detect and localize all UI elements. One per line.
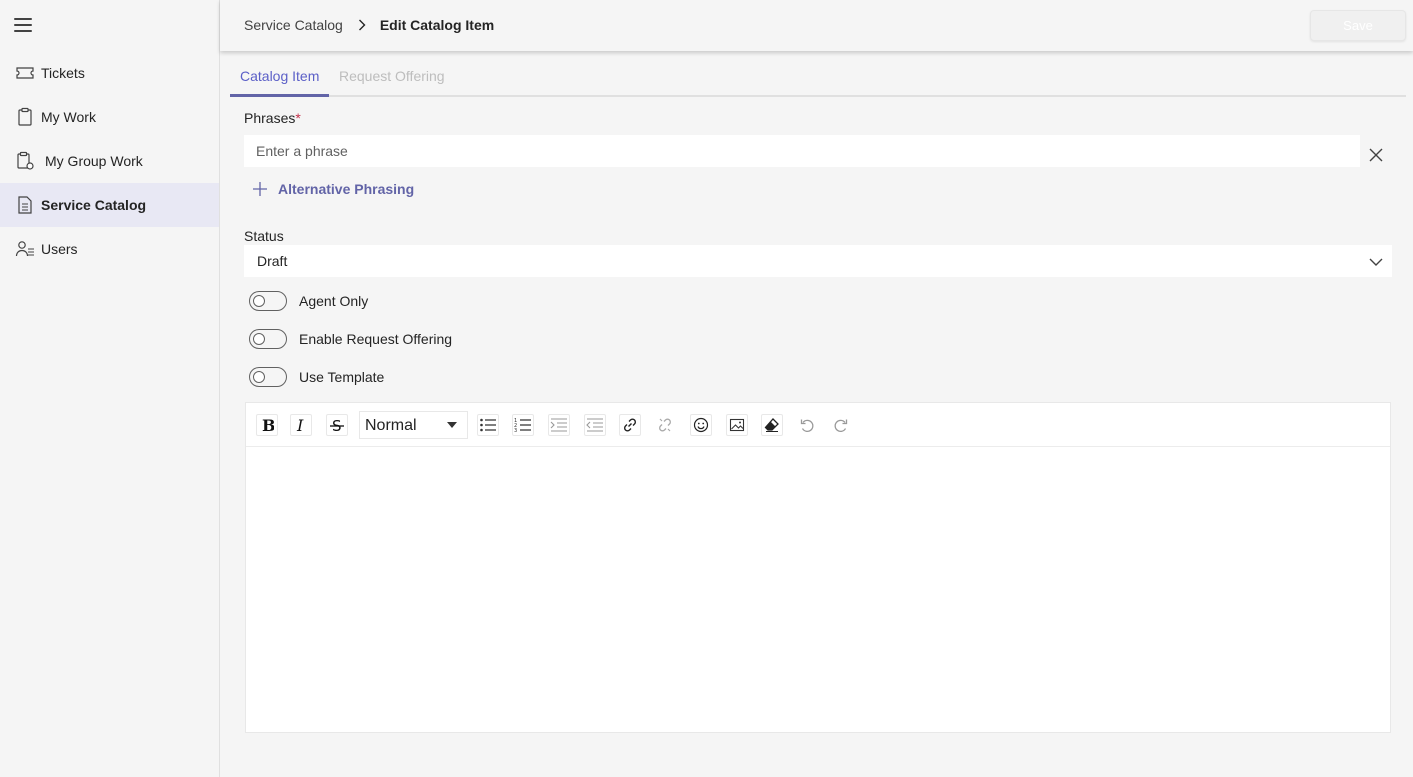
svg-text:I: I	[296, 417, 304, 433]
sidebar-item-label: Service Catalog	[41, 197, 147, 213]
numbered-list-icon[interactable]: 123	[512, 414, 534, 436]
enable-request-offering-label: Enable Request Offering	[299, 331, 453, 347]
sidebar-item-label: My Group Work	[45, 153, 143, 169]
group-work-icon	[15, 151, 35, 171]
sidebar-item-my-group-work[interactable]: My Group Work	[0, 139, 219, 183]
alternative-phrasing-label: Alternative Phrasing	[278, 181, 415, 197]
sidebar-item-label: Users	[41, 241, 78, 257]
bulleted-list-icon[interactable]	[477, 414, 499, 436]
save-button[interactable]: Save	[1310, 10, 1406, 41]
app-window: Tickets My Work My Group Work Service Ca…	[0, 0, 1413, 777]
editor-content-area[interactable]	[246, 448, 1390, 732]
hamburger-menu-icon[interactable]	[14, 18, 32, 34]
phrases-label-text: Phrases	[244, 110, 296, 126]
chevron-down-icon	[1368, 254, 1384, 270]
agent-only-toggle[interactable]	[249, 291, 287, 311]
agent-only-toggle-row[interactable]: Agent Only	[249, 291, 368, 311]
sidebar-item-label: My Work	[41, 109, 96, 125]
status-value: Draft	[257, 253, 288, 269]
indent-icon[interactable]	[548, 414, 570, 436]
rich-text-editor: B I S Normal 123	[245, 402, 1391, 733]
breadcrumb: Service Catalog Edit Catalog Item	[244, 17, 494, 33]
active-tab-indicator	[230, 94, 329, 97]
italic-icon[interactable]: I	[290, 414, 312, 436]
sidebar-item-users[interactable]: Users	[0, 227, 219, 271]
use-template-label: Use Template	[299, 369, 385, 385]
undo-icon[interactable]	[796, 414, 818, 436]
sidebar: Tickets My Work My Group Work Service Ca…	[0, 0, 220, 777]
enable-request-offering-toggle[interactable]	[249, 329, 287, 349]
svg-text:3: 3	[514, 428, 517, 433]
emoji-icon[interactable]	[690, 414, 712, 436]
status-dropdown[interactable]: Draft	[244, 245, 1392, 277]
redo-icon[interactable]	[830, 414, 852, 436]
tab-catalog-item[interactable]: Catalog Item	[240, 68, 319, 84]
sidebar-item-my-work[interactable]: My Work	[0, 95, 219, 139]
plus-icon	[252, 181, 268, 197]
clear-formatting-icon[interactable]	[761, 414, 783, 436]
outdent-icon[interactable]	[584, 414, 606, 436]
ticket-icon	[15, 63, 35, 83]
phrase-input[interactable]: Enter a phrase	[244, 135, 1360, 167]
svg-text:B: B	[262, 417, 274, 433]
link-icon[interactable]	[619, 414, 641, 436]
phrases-label: Phrases*	[244, 110, 301, 126]
editor-toolbar: B I S Normal 123	[246, 403, 1390, 447]
use-template-toggle[interactable]	[249, 367, 287, 387]
sidebar-item-tickets[interactable]: Tickets	[0, 51, 219, 95]
enable-request-offering-toggle-row[interactable]: Enable Request Offering	[249, 329, 452, 349]
sidebar-item-label: Tickets	[41, 65, 85, 81]
paragraph-format-value: Normal	[365, 417, 417, 434]
required-marker: *	[295, 110, 301, 126]
sidebar-item-service-catalog[interactable]: Service Catalog	[0, 183, 219, 227]
tab-request-offering[interactable]: Request Offering	[339, 68, 445, 84]
breadcrumb-service-catalog-link[interactable]: Service Catalog	[244, 17, 343, 33]
paragraph-format-select[interactable]: Normal	[359, 411, 468, 439]
add-alternative-phrasing-button[interactable]: Alternative Phrasing	[252, 181, 414, 197]
use-template-toggle-row[interactable]: Use Template	[249, 367, 384, 387]
status-label: Status	[244, 228, 284, 244]
unlink-icon[interactable]	[654, 414, 676, 436]
tab-bar: Catalog Item Request Offering	[230, 60, 1406, 97]
bold-icon[interactable]: B	[256, 414, 278, 436]
chevron-right-icon	[358, 19, 366, 31]
users-icon	[15, 239, 35, 259]
insert-image-icon[interactable]	[726, 414, 748, 436]
page-title: Edit Catalog Item	[379, 17, 495, 33]
caret-down-icon	[447, 422, 457, 428]
agent-only-label: Agent Only	[299, 293, 369, 309]
page-header: Service Catalog Edit Catalog Item Save	[220, 0, 1413, 51]
close-icon[interactable]	[1367, 146, 1385, 164]
document-icon	[15, 195, 35, 215]
svg-text:S: S	[332, 417, 342, 433]
clipboard-icon	[15, 107, 35, 127]
strikethrough-icon[interactable]: S	[326, 414, 348, 436]
